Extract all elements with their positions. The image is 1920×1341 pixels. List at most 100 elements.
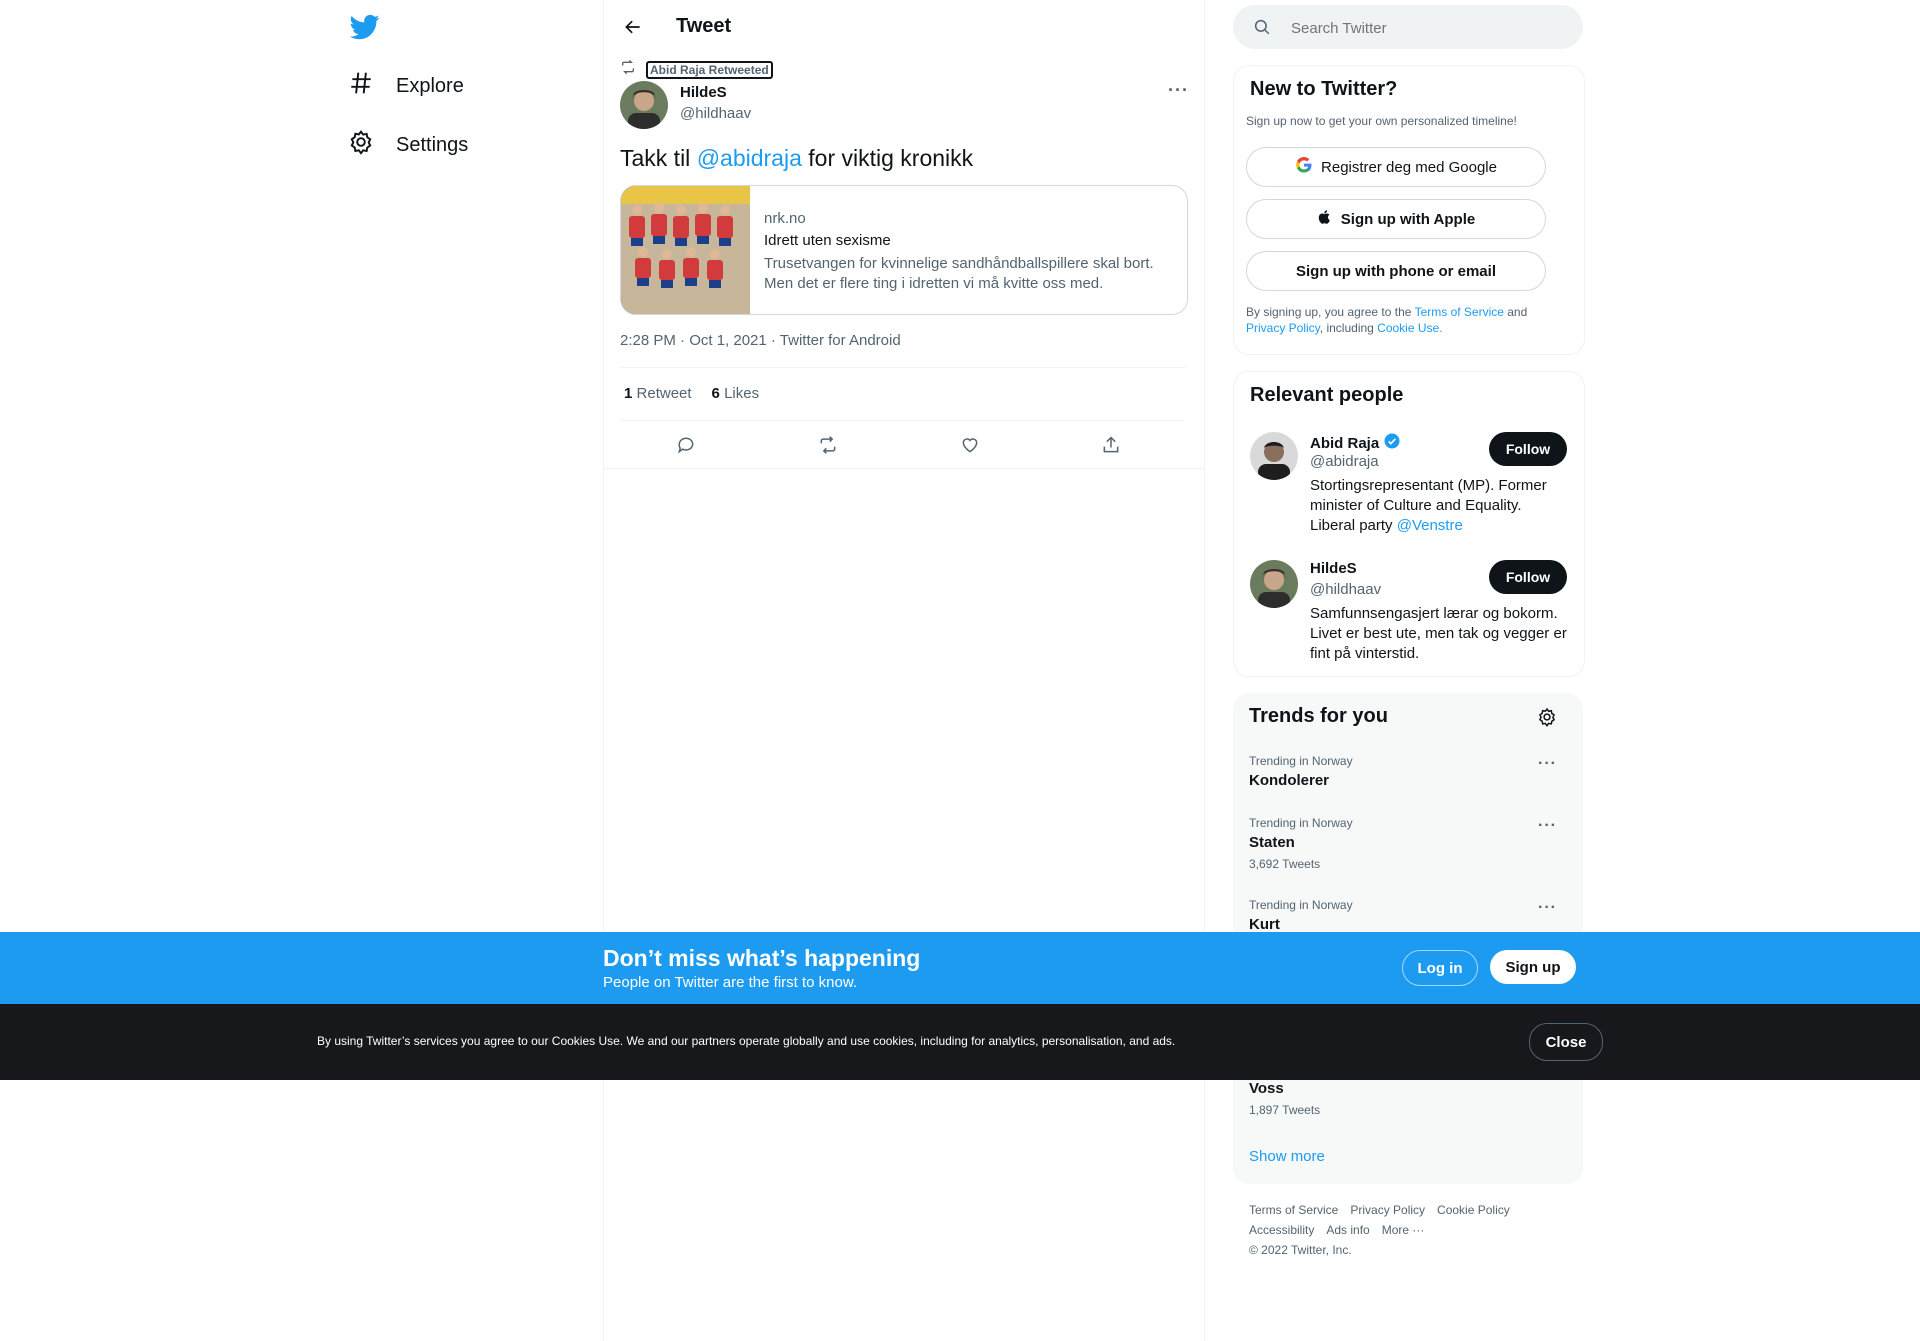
footer-row-2: Accessibility Ads info More ··· — [1249, 1223, 1424, 1237]
tweet-actions — [620, 430, 1186, 460]
nav-explore[interactable]: Explore — [348, 62, 464, 110]
divider — [620, 367, 1186, 368]
trend-name: Kurt — [1249, 916, 1280, 933]
footer-terms-link[interactable]: Terms of Service — [1249, 1203, 1338, 1217]
author-avatar[interactable] — [620, 81, 668, 129]
legal-text-3: , including — [1319, 321, 1378, 335]
legal-text-1: By signing up, you agree to the — [1246, 305, 1415, 319]
relevant-people-title: Relevant people — [1250, 384, 1404, 406]
footer-copyright: © 2022 Twitter, Inc. — [1249, 1243, 1352, 1257]
twitter-logo-icon[interactable] — [349, 12, 380, 42]
person-handle[interactable]: @abidraja — [1310, 453, 1379, 470]
person-name[interactable]: Abid Raja — [1310, 432, 1401, 454]
retweet-small-icon — [620, 59, 636, 80]
trend-meta: Trending in Norway — [1249, 816, 1353, 830]
nav-explore-label: Explore — [396, 74, 464, 97]
signup-banner-subtitle: People on Twitter are the first to know. — [603, 974, 858, 991]
trend-count: 1,897 Tweets — [1249, 1103, 1321, 1117]
trends-settings-icon[interactable] — [1537, 707, 1557, 732]
trend-more-icon[interactable]: ··· — [1538, 817, 1557, 835]
card-image — [621, 186, 750, 314]
divider — [620, 420, 1186, 421]
search-input[interactable] — [1289, 17, 1563, 39]
copyright-text: © 2022 Twitter, Inc. — [1249, 1243, 1352, 1257]
reply-icon[interactable] — [671, 430, 701, 460]
trends-title: Trends for you — [1249, 705, 1388, 727]
nav-settings-label: Settings — [396, 133, 469, 156]
phone-email-signup-button[interactable]: Sign up with phone or email — [1246, 251, 1546, 291]
trend-name: Staten — [1249, 834, 1295, 851]
like-icon[interactable] — [955, 430, 985, 460]
login-button[interactable]: Log in — [1402, 950, 1478, 986]
footer-accessibility-link[interactable]: Accessibility — [1249, 1223, 1314, 1237]
bio-mention-link[interactable]: @Venstre — [1397, 517, 1463, 534]
signup-button[interactable]: Sign up — [1490, 950, 1576, 984]
search-box[interactable] — [1233, 5, 1583, 49]
author-name[interactable]: HildeS — [680, 84, 727, 101]
footer-more-link[interactable]: More ··· — [1382, 1223, 1425, 1237]
cookie-use-link[interactable]: Cookie Use. — [1377, 321, 1442, 335]
new-to-twitter-title: New to Twitter? — [1250, 78, 1398, 100]
follow-button[interactable]: Follow — [1489, 560, 1567, 594]
card-domain: nrk.no — [764, 210, 806, 227]
link-card[interactable]: nrk.no Idrett uten sexisme Trusetvangen … — [620, 185, 1188, 315]
retweet-stat[interactable]: 1 Retweet — [624, 385, 692, 402]
cookie-close-button[interactable]: Close — [1529, 1023, 1603, 1061]
privacy-link[interactable]: Privacy Policy — [1246, 321, 1320, 335]
person-name[interactable]: HildeS — [1310, 560, 1357, 577]
apple-signup-button[interactable]: Sign up with Apple — [1246, 199, 1546, 239]
tweet-header: Tweet — [604, 0, 1204, 53]
terms-link[interactable]: Terms of Service — [1415, 305, 1504, 319]
verified-badge-icon — [1383, 432, 1401, 454]
footer-cookie-link[interactable]: Cookie Policy — [1437, 1203, 1510, 1217]
apple-icon — [1317, 209, 1333, 229]
footer-privacy-link[interactable]: Privacy Policy — [1350, 1203, 1425, 1217]
trend-more-icon[interactable]: ··· — [1538, 755, 1557, 773]
person-name-text: HildeS — [1310, 560, 1357, 577]
more-options-icon[interactable]: ··· — [1168, 80, 1189, 101]
retweeted-by-link[interactable]: Abid Raja Retweeted — [646, 60, 773, 79]
trend-name: Voss — [1249, 1080, 1284, 1097]
legal-text-2: and — [1503, 305, 1528, 319]
relevant-people-panel: Relevant people Abid Raja @abidraja Foll… — [1233, 371, 1585, 677]
gear-icon — [348, 129, 374, 161]
share-icon[interactable] — [1096, 430, 1126, 460]
person-bio: Stortingsrepresentant (MP). Former minis… — [1310, 476, 1570, 536]
tweet-text-suffix: for viktig kronikk — [801, 145, 974, 171]
tweet-text: Takk til @abidraja for viktig kronikk — [620, 145, 973, 172]
trend-name: Kondolerer — [1249, 772, 1330, 789]
nav-settings[interactable]: Settings — [348, 121, 468, 169]
page-title: Tweet — [676, 15, 732, 37]
retweet-icon[interactable] — [813, 430, 843, 460]
footer-ads-link[interactable]: Ads info — [1326, 1223, 1369, 1237]
tweet-stats: 1 Retweet 6 Likes — [624, 385, 759, 402]
person-handle[interactable]: @hildhaav — [1310, 581, 1381, 598]
signup-banner: Don’t miss what’s happening People on Tw… — [0, 932, 1920, 1004]
person-name-text: Abid Raja — [1310, 434, 1380, 452]
show-more-link[interactable]: Show more — [1249, 1148, 1325, 1165]
like-stat-label: Likes — [724, 385, 760, 402]
person-avatar[interactable] — [1250, 432, 1298, 480]
retweet-count: 1 — [624, 385, 633, 402]
author-handle[interactable]: @hildhaav — [680, 105, 751, 122]
cookie-text: By using Twitter’s services you agree to… — [317, 1034, 1176, 1048]
mention-link[interactable]: @abidraja — [697, 145, 802, 171]
like-count: 6 — [711, 385, 720, 402]
signup-banner-title: Don’t miss what’s happening — [603, 945, 921, 971]
footer-row-1: Terms of Service Privacy Policy Cookie P… — [1249, 1203, 1510, 1217]
tweet-column: Tweet Abid Raja Retweeted HildeS @hildha… — [603, 0, 1205, 1341]
arrow-left-icon[interactable] — [618, 12, 648, 42]
like-stat[interactable]: 6 Likes — [712, 385, 760, 402]
retweet-stat-label: Retweet — [636, 385, 692, 402]
google-signup-label: Registrer deg med Google — [1321, 158, 1497, 176]
trend-more-icon[interactable]: ··· — [1538, 899, 1557, 917]
new-to-twitter-panel: New to Twitter? Sign up now to get your … — [1233, 65, 1585, 355]
trend-count: 3,692 Tweets — [1249, 857, 1321, 871]
tweet-meta[interactable]: 2:28 PM · Oct 1, 2021 · Twitter for Andr… — [620, 332, 901, 349]
follow-button[interactable]: Follow — [1489, 432, 1567, 466]
trend-meta: Trending in Norway — [1249, 898, 1353, 912]
retweet-context: Abid Raja Retweeted — [620, 59, 773, 80]
card-description: Trusetvangen for kvinnelige sandhåndball… — [764, 255, 1154, 292]
google-signup-button[interactable]: Registrer deg med Google — [1246, 147, 1546, 187]
person-avatar[interactable] — [1250, 560, 1298, 608]
